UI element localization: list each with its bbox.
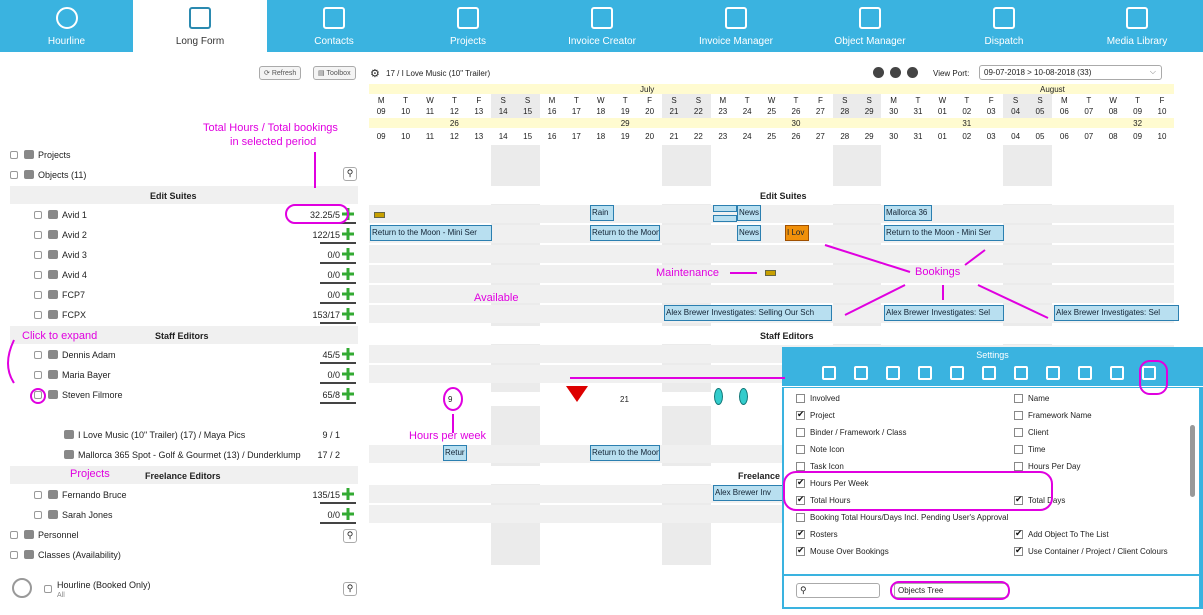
annotation-highlight [443, 387, 463, 411]
annotation-total-hours: Total Hours / Total bookings [203, 122, 338, 134]
annotation-arrow [964, 249, 986, 266]
annotation-highlight [783, 471, 1053, 511]
annotation-arrow [824, 244, 911, 273]
annotation-highlight [890, 581, 1010, 600]
annotation-projects: Projects [70, 468, 110, 480]
annotation-hours-per-week: Hours per week [409, 430, 487, 442]
annotation-bookings: Bookings [915, 266, 961, 278]
annotation-highlight [285, 204, 349, 224]
annotation-click-expand: Click to expand [22, 330, 98, 342]
annotation-arrow [844, 284, 906, 316]
annotation-arrow [7, 339, 15, 384]
annotation-highlight [30, 388, 46, 404]
annotation-overlay [7, 152, 1168, 600]
annotation-total-hours-2: in selected period [230, 136, 317, 148]
annotation-highlight [1139, 360, 1168, 395]
annotation-maintenance: Maintenance [656, 267, 719, 279]
annotation-arrow [977, 284, 1049, 319]
annotation-available: Available [474, 292, 519, 304]
